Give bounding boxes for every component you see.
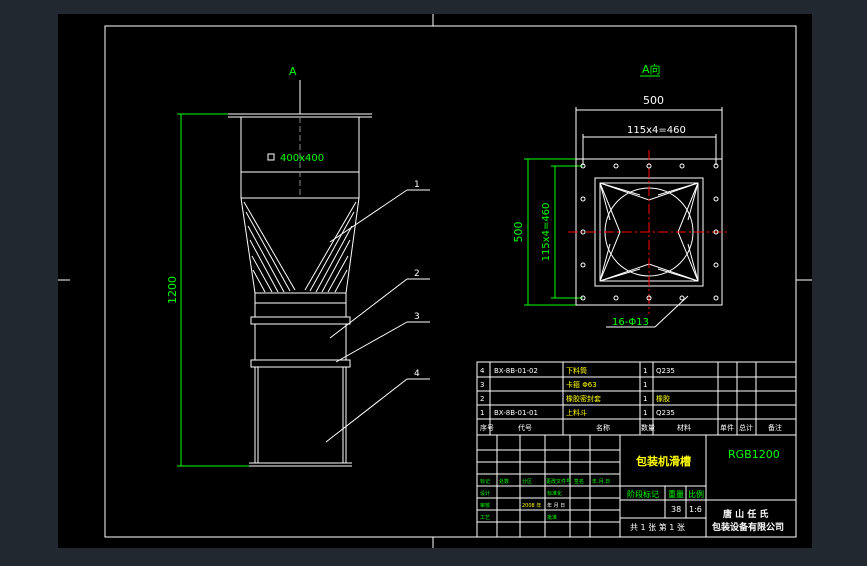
bom-header-no: 序号	[480, 423, 494, 432]
bom-row-2-no: 3	[480, 381, 484, 389]
holes-label: 16-Φ13	[612, 317, 649, 328]
width-dimension-text: 500	[643, 94, 664, 107]
bom-row-3-material: 橡胶	[656, 394, 670, 403]
drawing-number: RGB1200	[728, 448, 780, 461]
bom-row-2-qty: 1	[643, 381, 647, 389]
bom-row-2-name: 卡箍 Φ63	[566, 380, 597, 389]
date-field: 年 月 日	[547, 502, 565, 509]
bom-row-3-no: 2	[480, 395, 484, 403]
weight-value: 38	[671, 505, 681, 514]
bom-row-1-code: BX-8B-01-02	[494, 367, 538, 375]
label-zone: 分区	[522, 478, 532, 485]
bom-header-qty: 数量	[641, 423, 655, 432]
bom-row-1-name: 下料筒	[566, 366, 587, 375]
label-sign: 签名	[574, 478, 584, 485]
design-date: 2008 年	[522, 502, 541, 509]
top-view-title: A向	[642, 62, 661, 76]
label-approve: 批准	[547, 514, 557, 521]
balloon-1: 1	[414, 180, 420, 190]
bom-header-code: 代号	[518, 423, 532, 432]
sheet-count: 共 1 张 第 1 张	[630, 522, 685, 532]
company-line-2: 包装设备有限公司	[711, 521, 784, 533]
label-change-doc: 更改文件号	[546, 478, 571, 485]
bom-row-4-code: BX-8B-01-01	[494, 409, 538, 417]
weight-label: 重量	[668, 489, 684, 499]
label-date: 年.月.日	[592, 478, 610, 485]
label-mark: 标记	[480, 478, 490, 485]
bom-header-material: 材料	[677, 423, 691, 432]
balloon-2: 2	[414, 269, 420, 279]
label-process: 工艺	[480, 515, 490, 521]
opening-label: 400x400	[280, 153, 324, 164]
bom-row-4-name: 上料斗	[566, 408, 587, 417]
label-design: 设计	[480, 490, 490, 497]
bom-row-1-qty: 1	[643, 367, 647, 375]
bom-row-4-no: 1	[480, 409, 484, 417]
cad-drawing-viewport: 400x400 A 1200 1 2 3 4 A向 500 115x4=460 …	[0, 0, 867, 562]
balloon-4: 4	[414, 369, 420, 379]
bom-row-4-qty: 1	[643, 409, 647, 417]
drawing-canvas: 400x400 A 1200 1 2 3 4 A向 500 115x4=460 …	[58, 14, 812, 548]
bom-row-3-name: 橡胶密封套	[566, 394, 601, 403]
label-standardize: 标准化	[547, 490, 562, 497]
pitch-v-dimension-text: 115x4=460	[541, 203, 552, 262]
bom-row-1-material: Q235	[656, 367, 675, 375]
bom-header-remark: 备注	[768, 423, 782, 432]
bom-row-3-qty: 1	[643, 395, 647, 403]
bom-header-total-weight: 总计	[739, 423, 753, 432]
stage-label: 阶段标记	[627, 489, 659, 499]
label-count: 处数	[499, 478, 509, 485]
bom-row-1-no: 4	[480, 367, 485, 375]
bom-header-name: 名称	[596, 423, 610, 432]
view-label-a: A	[289, 65, 297, 78]
company-line-1: 唐 山 任 氏	[723, 508, 768, 520]
part-name: 包装机滑槽	[635, 454, 691, 468]
bom-header-unit-weight: 单件	[720, 423, 734, 432]
height-dimension-top-text: 500	[512, 222, 525, 243]
scale-label: 比例	[688, 489, 704, 499]
height-dimension-text: 1200	[166, 276, 179, 304]
scale-value: 1:6	[689, 505, 702, 514]
balloon-3: 3	[414, 312, 420, 322]
label-review: 审核	[480, 502, 490, 509]
bom-row-4-material: Q235	[656, 409, 675, 417]
pitch-h-dimension-text: 115x4=460	[627, 125, 686, 136]
